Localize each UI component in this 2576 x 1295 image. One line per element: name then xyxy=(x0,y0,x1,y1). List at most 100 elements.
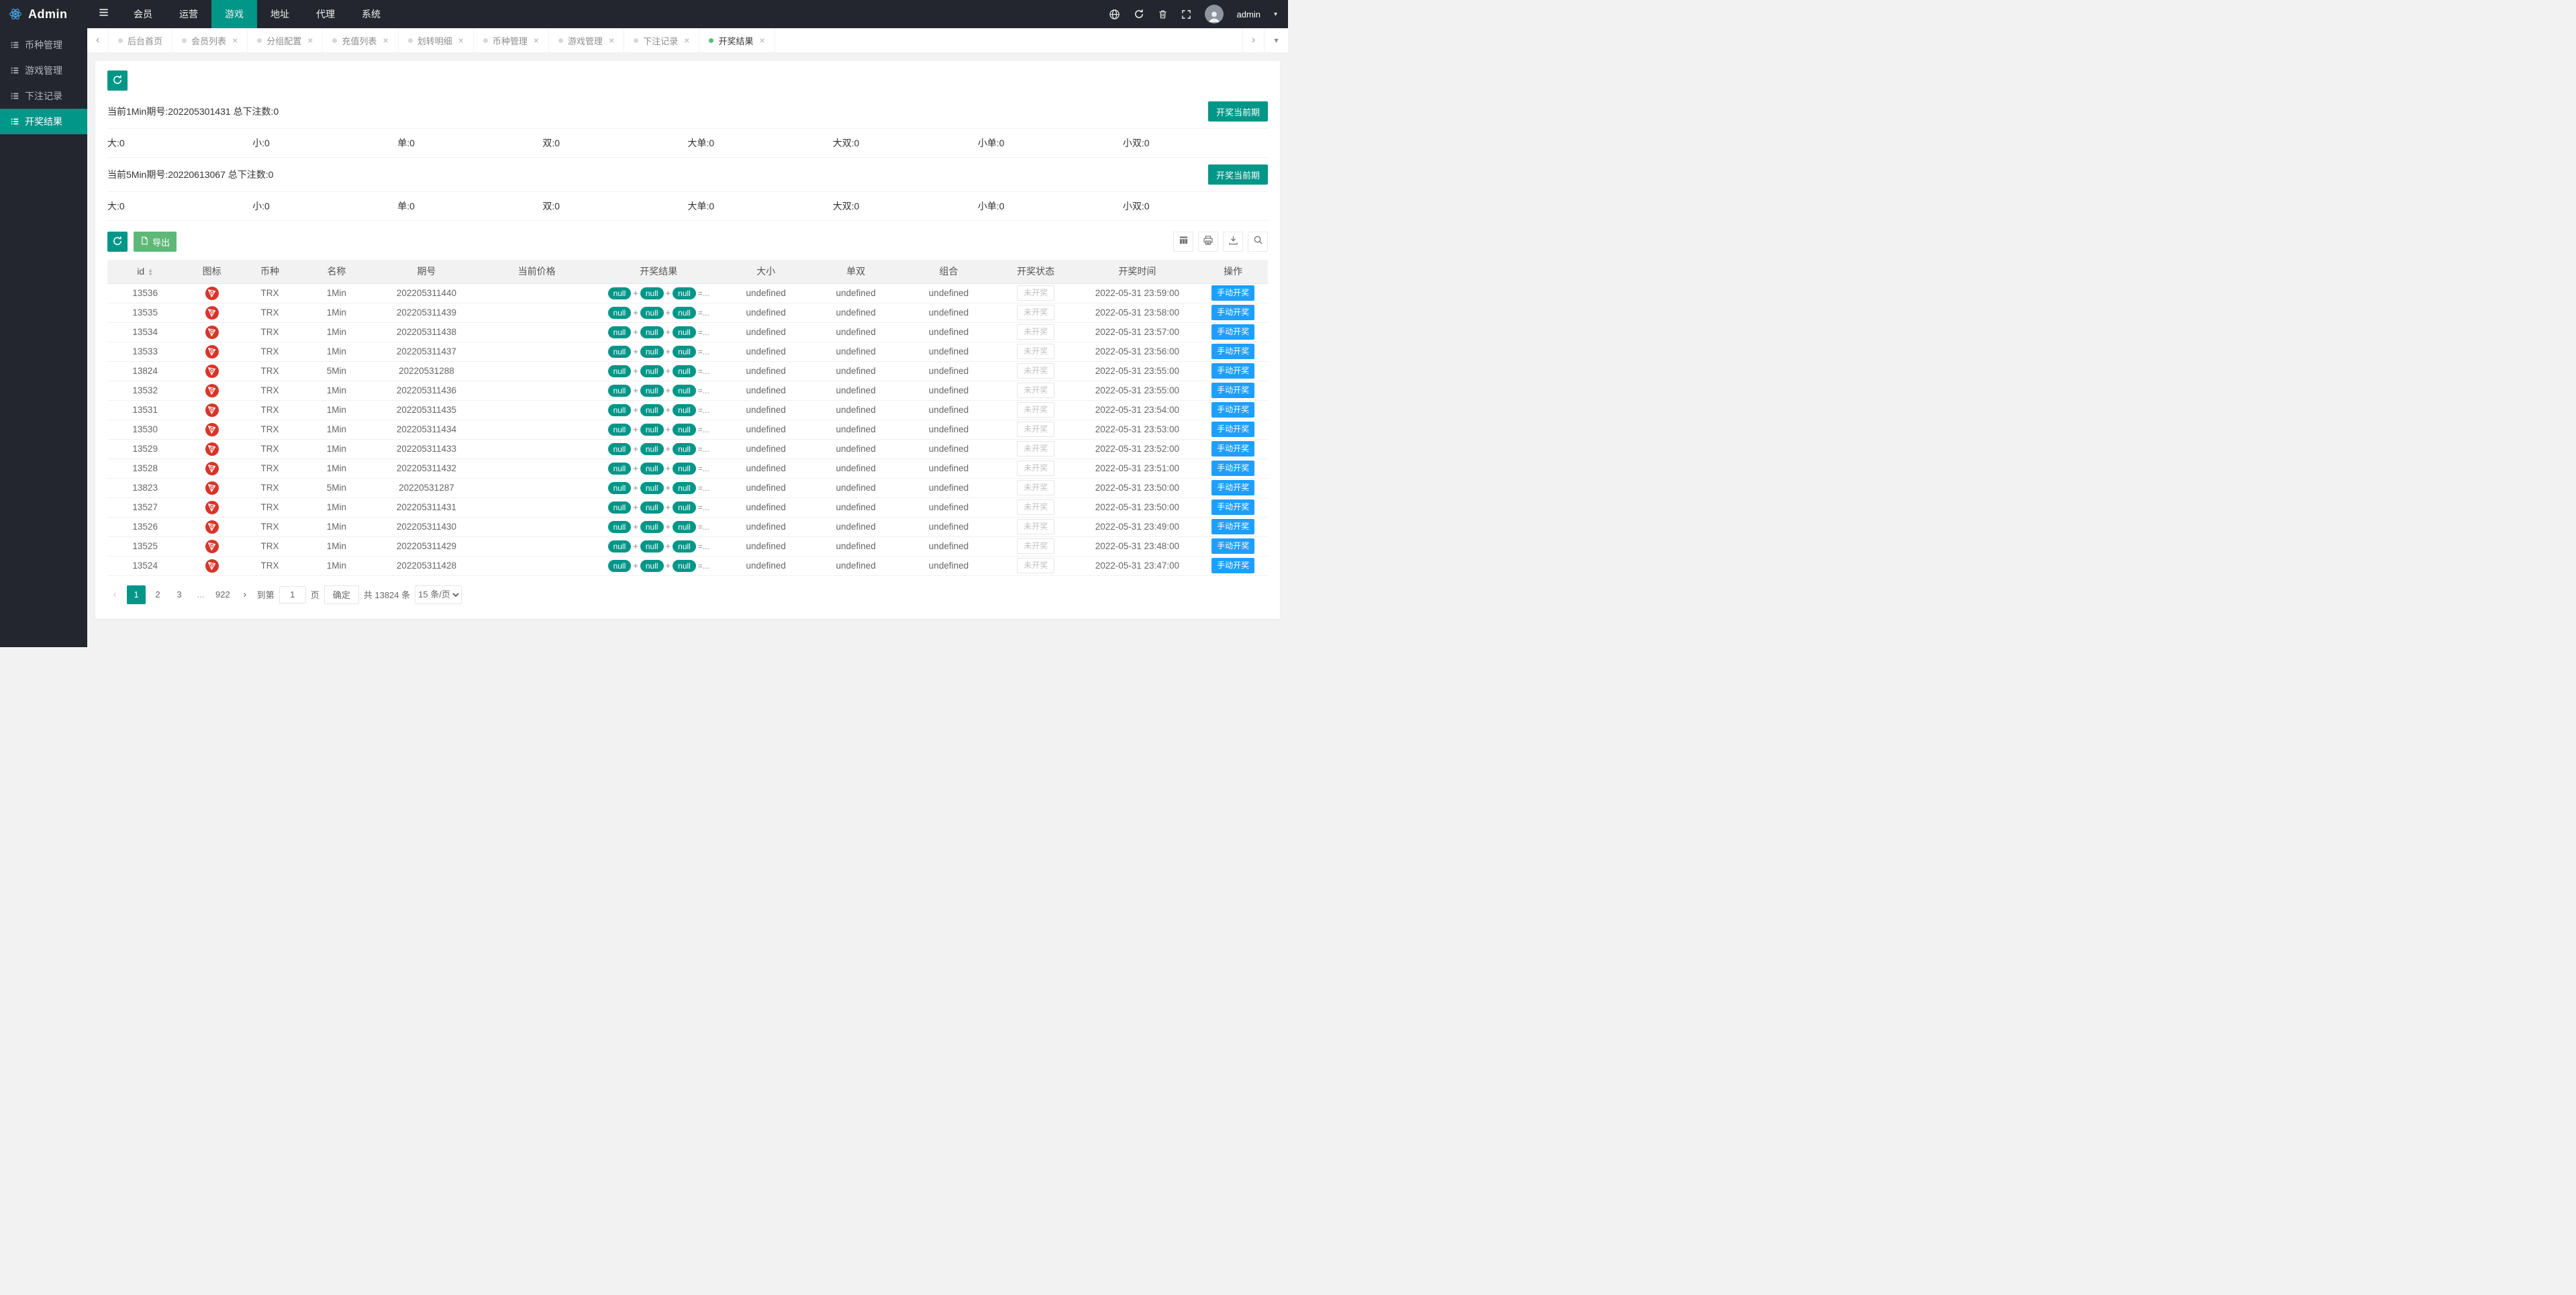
search-button[interactable] xyxy=(1248,232,1268,252)
tabs-scroll-left-button[interactable]: ‹ xyxy=(87,28,109,52)
tabs-scroll-right-button[interactable]: › xyxy=(1242,28,1264,52)
page-size-select[interactable]: 15 条/页 xyxy=(415,585,462,604)
close-icon[interactable]: × xyxy=(232,35,238,46)
print-button[interactable] xyxy=(1198,232,1218,252)
tabs-menu-button[interactable]: ▾ xyxy=(1264,28,1288,52)
result-group: null + null + null =... xyxy=(597,326,720,338)
close-icon[interactable]: × xyxy=(458,35,464,46)
plus-sign: + xyxy=(633,444,638,454)
manual-draw-button[interactable]: 手动开奖 xyxy=(1211,285,1255,301)
manual-draw-button[interactable]: 手动开奖 xyxy=(1211,441,1255,457)
close-icon[interactable]: × xyxy=(534,35,539,46)
sidebar-item-0[interactable]: 币种管理 xyxy=(0,32,87,58)
tab-3[interactable]: 充值列表 × xyxy=(323,28,399,52)
tab-2[interactable]: 分组配置 × xyxy=(248,28,324,52)
page-button-3[interactable]: 3 xyxy=(170,585,189,604)
period-title-row: 当前5Min期号:20220613067 总下注数:0 开奖当前期 xyxy=(107,158,1268,192)
page-button-2[interactable]: 2 xyxy=(148,585,167,604)
tab-4[interactable]: 划转明细 × xyxy=(399,28,474,52)
manual-draw-button[interactable]: 手动开奖 xyxy=(1211,363,1255,379)
tab-8[interactable]: 开奖结果 × xyxy=(699,28,775,52)
cell-status: 未开奖 xyxy=(995,420,1077,440)
manual-draw-button[interactable]: 手动开奖 xyxy=(1211,461,1255,476)
refresh-panels-button[interactable] xyxy=(107,70,128,91)
cell-action: 手动开奖 xyxy=(1198,497,1268,518)
col-header-12: 操作 xyxy=(1198,260,1268,284)
result-pill: null xyxy=(607,365,632,377)
list-icon xyxy=(10,91,19,101)
topnav-item-4[interactable]: 代理 xyxy=(303,0,348,28)
tab-label: 开奖结果 xyxy=(718,36,754,46)
page-ellipsis: ... xyxy=(197,589,205,599)
filter-columns-button[interactable] xyxy=(1173,232,1193,252)
tab-6[interactable]: 游戏管理 × xyxy=(549,28,625,52)
trash-icon[interactable] xyxy=(1158,9,1168,19)
stat-item: 双:0 xyxy=(542,201,560,211)
refresh-icon[interactable] xyxy=(1134,9,1144,19)
globe-icon[interactable] xyxy=(1109,9,1120,20)
manual-draw-button[interactable]: 手动开奖 xyxy=(1211,383,1255,398)
next-page-button[interactable]: › xyxy=(238,589,252,600)
close-icon[interactable]: × xyxy=(609,35,614,46)
menu-toggle-button[interactable] xyxy=(87,0,120,28)
manual-draw-button[interactable]: 手动开奖 xyxy=(1211,344,1255,359)
manual-draw-button[interactable]: 手动开奖 xyxy=(1211,499,1255,515)
sort-icons[interactable]: ▲ ▼ xyxy=(148,267,153,277)
manual-draw-button[interactable]: 手动开奖 xyxy=(1211,519,1255,534)
tab-1[interactable]: 会员列表 × xyxy=(172,28,248,52)
export-button[interactable]: 导出 xyxy=(134,232,177,252)
close-icon[interactable]: × xyxy=(383,35,388,46)
result-group: null + null + null =... xyxy=(597,442,720,455)
result-pill: null xyxy=(673,501,696,514)
col-header-0[interactable]: id ▲ ▼ xyxy=(107,260,183,284)
tab-5[interactable]: 币种管理 × xyxy=(474,28,550,52)
close-icon[interactable]: × xyxy=(759,35,764,46)
topnav-item-2[interactable]: 游戏 xyxy=(211,0,257,28)
manual-draw-button[interactable]: 手动开奖 xyxy=(1211,558,1255,573)
manual-draw-button[interactable]: 手动开奖 xyxy=(1211,422,1255,437)
refresh-table-button[interactable] xyxy=(107,232,128,252)
stat-item: 小双:0 xyxy=(1122,201,1150,211)
tab-7[interactable]: 下注记录 × xyxy=(624,28,700,52)
cell-period: 202205311429 xyxy=(374,536,479,557)
manual-draw-button[interactable]: 手动开奖 xyxy=(1211,324,1255,340)
username[interactable]: admin xyxy=(1237,9,1260,19)
jump-confirm-button[interactable]: 确定 xyxy=(324,585,359,604)
draw-current-period-button[interactable]: 开奖当前期 xyxy=(1207,164,1268,185)
topnav-item-5[interactable]: 系统 xyxy=(348,0,394,28)
cell-price xyxy=(479,400,595,420)
topnav-item-1[interactable]: 运营 xyxy=(166,0,211,28)
avatar[interactable] xyxy=(1204,5,1224,23)
manual-draw-button[interactable]: 手动开奖 xyxy=(1211,305,1255,320)
prev-page-button[interactable]: ‹ xyxy=(107,589,122,600)
sidebar-item-2[interactable]: 下注记录 xyxy=(0,83,87,109)
topnav-item-0[interactable]: 会员 xyxy=(120,0,166,28)
sidebar-item-1[interactable]: 游戏管理 xyxy=(0,58,87,83)
close-icon[interactable]: × xyxy=(684,35,689,46)
sidebar-item-label: 开奖结果 xyxy=(25,116,62,127)
trx-coin-icon xyxy=(205,383,219,397)
plus-sign: + xyxy=(665,541,671,551)
cell-id: 13536 xyxy=(107,283,183,303)
manual-draw-button[interactable]: 手动开奖 xyxy=(1211,480,1255,495)
tab-0[interactable]: 后台首页 xyxy=(109,28,173,52)
result-pill: null xyxy=(607,442,632,455)
sidebar-item-label: 币种管理 xyxy=(25,40,62,50)
sidebar-item-3[interactable]: 开奖结果 xyxy=(0,109,87,134)
cell-price xyxy=(479,361,595,381)
cell-time: 2022-05-31 23:54:00 xyxy=(1076,400,1199,420)
cell-action: 手动开奖 xyxy=(1198,322,1268,342)
page-button-922[interactable]: 922 xyxy=(213,585,233,604)
close-icon[interactable]: × xyxy=(307,35,313,46)
result-pill: null xyxy=(640,365,664,377)
manual-draw-button[interactable]: 手动开奖 xyxy=(1211,402,1255,418)
draw-current-period-button[interactable]: 开奖当前期 xyxy=(1207,101,1268,122)
page-jump-input[interactable] xyxy=(279,585,306,604)
cell-time: 2022-05-31 23:49:00 xyxy=(1076,517,1199,537)
manual-draw-button[interactable]: 手动开奖 xyxy=(1211,538,1255,554)
result-pill: null xyxy=(640,559,664,572)
topnav-item-3[interactable]: 地址 xyxy=(257,0,303,28)
download-button[interactable] xyxy=(1223,232,1243,252)
page-button-1[interactable]: 1 xyxy=(127,585,146,604)
fullscreen-icon[interactable] xyxy=(1181,9,1191,19)
